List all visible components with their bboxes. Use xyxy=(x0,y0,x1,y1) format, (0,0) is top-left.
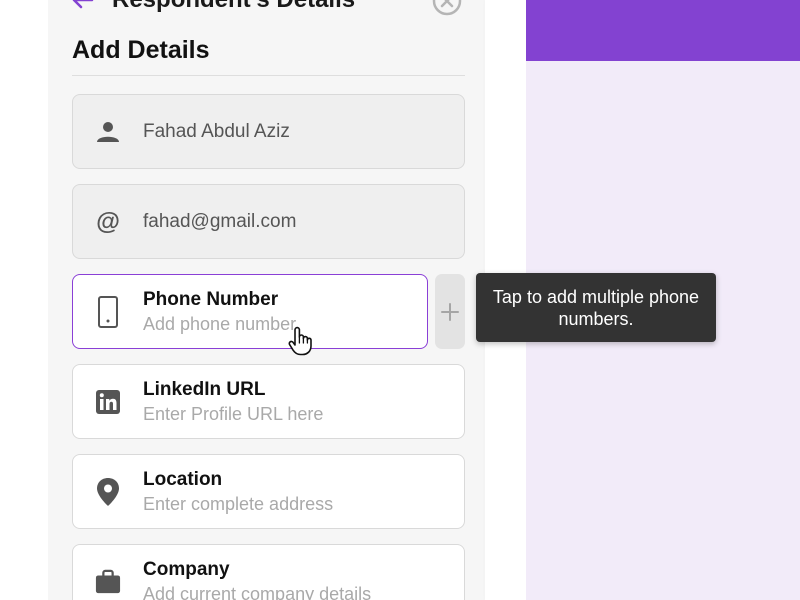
panel-header: Respondent's Details xyxy=(48,0,485,16)
location-field[interactable]: Location Enter complete address xyxy=(72,454,465,529)
email-field[interactable]: @ fahad@gmail.com xyxy=(72,184,465,259)
tooltip: Tap to add multiple phone numbers. xyxy=(476,273,716,342)
company-field[interactable]: Company Add current company details xyxy=(72,544,465,600)
arrow-left-icon[interactable] xyxy=(70,0,94,10)
person-icon xyxy=(95,119,121,145)
linkedin-url-field[interactable]: LinkedIn URL Enter Profile URL here xyxy=(72,364,465,439)
linkedin-icon xyxy=(95,389,121,415)
add-phone-button[interactable] xyxy=(435,274,465,349)
linkedin-url-placeholder: Enter Profile URL here xyxy=(143,404,324,424)
name-value: Fahad Abdul Aziz xyxy=(143,120,290,142)
at-sign-icon: @ xyxy=(95,208,121,235)
name-field[interactable]: Fahad Abdul Aziz xyxy=(72,94,465,169)
close-circle-icon[interactable] xyxy=(432,0,462,16)
location-label: Location xyxy=(143,469,223,490)
briefcase-icon xyxy=(95,569,121,595)
panel-title: Respondent's Details xyxy=(112,0,355,14)
company-placeholder: Add current company details xyxy=(143,584,372,600)
phone-number-placeholder: Add phone number xyxy=(143,314,297,334)
email-value: fahad@gmail.com xyxy=(143,210,297,232)
location-pin-icon xyxy=(95,477,121,506)
divider xyxy=(72,75,465,76)
company-label: Company xyxy=(143,559,230,580)
hand-cursor-icon xyxy=(287,326,313,356)
phone-number-field[interactable]: Phone Number Add phone number xyxy=(72,274,428,349)
phone-number-label: Phone Number xyxy=(143,289,279,310)
section-title: Add Details xyxy=(72,36,210,64)
linkedin-url-label: LinkedIn URL xyxy=(143,379,266,400)
plus-icon xyxy=(441,302,459,321)
svg-text:@: @ xyxy=(96,208,120,235)
left-gutter xyxy=(0,0,48,600)
top-app-bar xyxy=(526,0,800,61)
location-placeholder: Enter complete address xyxy=(143,494,334,514)
phone-icon xyxy=(95,295,121,328)
